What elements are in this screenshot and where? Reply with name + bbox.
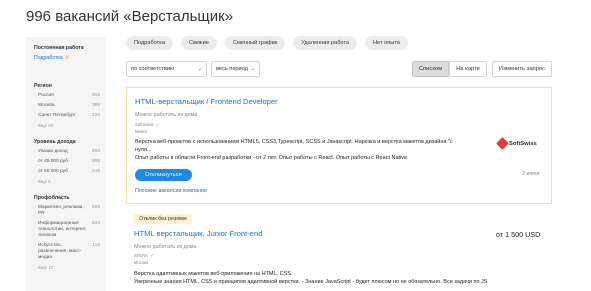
sidebar-item-count: 533: [91, 220, 100, 226]
sidebar-item-count: 116: [92, 242, 100, 248]
sidebar-income-title: Уровень дохода: [34, 138, 76, 145]
sidebar-item-label: Россия: [38, 93, 54, 98]
chip-podrabotka[interactable]: Подработка: [126, 36, 173, 50]
sidebar-employment-title[interactable]: Постоянная работа: [34, 45, 100, 51]
sidebar-item-region-moscow[interactable]: Москва 398: [34, 103, 100, 109]
sidebar-item-podrabotka[interactable]: Подработка ⚡: [34, 55, 100, 61]
sidebar-item-label: Искусство, развлечения, масс- медиа: [38, 242, 82, 260]
view-list-button[interactable]: Списком: [412, 61, 449, 77]
respond-button[interactable]: Откликнуться: [135, 169, 192, 181]
sidebar-item-count: 660: [91, 148, 100, 154]
sidebar-item-count: 902: [91, 93, 100, 98]
vacancy-work-mode: Можно работать из дома: [134, 244, 197, 250]
results-controls: по соответствию ⌄ весь период ⌄ Списком …: [126, 61, 552, 77]
sidebar-item-count: 245: [91, 168, 100, 174]
sidebar-item-prof-art[interactable]: Искусство, развлечения, масс- медиа 116: [34, 243, 100, 261]
change-query-button[interactable]: Изменить запрос: [492, 61, 552, 77]
verified-check-icon: ✓: [155, 122, 160, 128]
sidebar-region-title: Регион: [34, 83, 52, 89]
sidebar-prof-title: Профобласть: [34, 194, 70, 201]
sidebar-item-region-spb[interactable]: Санкт-Петербург 120: [34, 113, 100, 119]
sidebar-item-count: 120: [91, 112, 100, 118]
lightning-icon: ⚡: [64, 55, 71, 61]
period-select[interactable]: весь период ⌄: [211, 61, 260, 77]
chip-no-experience[interactable]: Нет опыта: [365, 36, 408, 50]
chip-remote[interactable]: Удаленная работа: [293, 36, 357, 50]
company-name: SFERA: [134, 253, 148, 258]
sidebar-item-label: Указан доход: [38, 148, 68, 154]
sidebar-filters: Постоянная работа Подработка ⚡ Регион Ро…: [26, 37, 106, 291]
sort-select[interactable]: по соответствию ⌄: [126, 61, 207, 77]
sort-select-value: по соответствию: [131, 66, 175, 72]
vacancy-city: Минск: [135, 129, 148, 134]
vacancy-company[interactable]: SFERA ✓: [134, 253, 154, 259]
sidebar-region-more-link[interactable]: Ещё 93: [34, 123, 100, 128]
vacancy-description: Верстка адаптивных макетов веб-приложени…: [134, 271, 488, 285]
vacancy-salary: от 1 500 USD: [496, 230, 541, 239]
chevron-down-icon: ⌄: [197, 66, 202, 72]
vacancy-card: HTML-верстальщик / Frontend Developer Мо…: [126, 87, 552, 204]
quick-filter-chips: Подработка Свежие Сменный график Удаленн…: [126, 36, 408, 50]
similar-vacancies-link[interactable]: Похожие вакансии компании: [135, 188, 207, 194]
page-title: 996 вакансий «Верстальщик»: [26, 8, 234, 25]
sidebar-item-region-russia[interactable]: Россия 902: [34, 93, 100, 99]
sidebar-item-count: 586: [91, 204, 100, 210]
vacancy-description: Верстка веб-проектов с использованием HT…: [135, 139, 453, 161]
verified-check-icon: ✓: [149, 253, 155, 259]
sidebar-item-prof-marketing[interactable]: Маркетинг, реклама, PR 586: [34, 205, 100, 217]
sidebar-item-label: Информационные технологии, интернет, тел…: [38, 220, 87, 238]
sidebar-item-label: Санкт-Петербург: [38, 112, 76, 118]
sidebar-income-more-link[interactable]: Ещё 5: [34, 179, 100, 184]
sidebar-item-income-specified[interactable]: Указан доход 660: [34, 149, 100, 155]
no-resume-badge: Отклик без резюме: [134, 214, 193, 224]
sidebar-item-count: 398: [91, 102, 100, 108]
sidebar-item-label: Маркетинг, реклама, PR: [38, 204, 84, 216]
sidebar-item-label: от 45 000 руб: [38, 158, 68, 164]
chip-shift-schedule[interactable]: Сменный график: [224, 36, 286, 50]
sidebar-item-count: 555: [91, 158, 100, 164]
chip-fresh[interactable]: Свежие: [180, 36, 217, 50]
vacancy-card: Отклик без резюме HTML верстальщик, Juni…: [126, 209, 552, 291]
sidebar-item-label: от 60 000 руб: [38, 168, 68, 174]
sidebar-prof-more-link[interactable]: Ещё 17: [34, 265, 100, 270]
vacancy-title-link[interactable]: HTML верстальщик, Junior Front-end: [134, 229, 262, 238]
company-name: SoftSwiss: [135, 122, 154, 127]
view-map-button[interactable]: На карте: [449, 61, 487, 77]
company-logo-text: SoftSwiss: [509, 140, 537, 147]
company-logo[interactable]: SoftSwiss: [496, 137, 537, 150]
vacancy-title-link[interactable]: HTML-верстальщик / Frontend Developer: [135, 97, 278, 106]
sidebar-item-label: Москва: [38, 102, 55, 108]
softswiss-logo-icon: [496, 137, 509, 150]
sidebar-item-income-60000[interactable]: от 60 000 руб 245: [34, 169, 100, 175]
period-select-value: весь период: [216, 66, 248, 72]
sidebar-item-income-45000[interactable]: от 45 000 руб 555: [34, 159, 100, 165]
vacancy-work-mode: Можно работать из дома: [135, 112, 198, 118]
chevron-down-icon: ⌄: [250, 66, 255, 72]
vacancy-company[interactable]: SoftSwiss ✓: [135, 122, 160, 128]
sidebar-item-label: Подработка: [34, 55, 63, 61]
sidebar-item-prof-it[interactable]: Информационные технологии, интернет, тел…: [34, 221, 100, 239]
vacancy-city: Москва: [134, 260, 149, 265]
vacancy-date: 2 июня: [522, 171, 540, 177]
